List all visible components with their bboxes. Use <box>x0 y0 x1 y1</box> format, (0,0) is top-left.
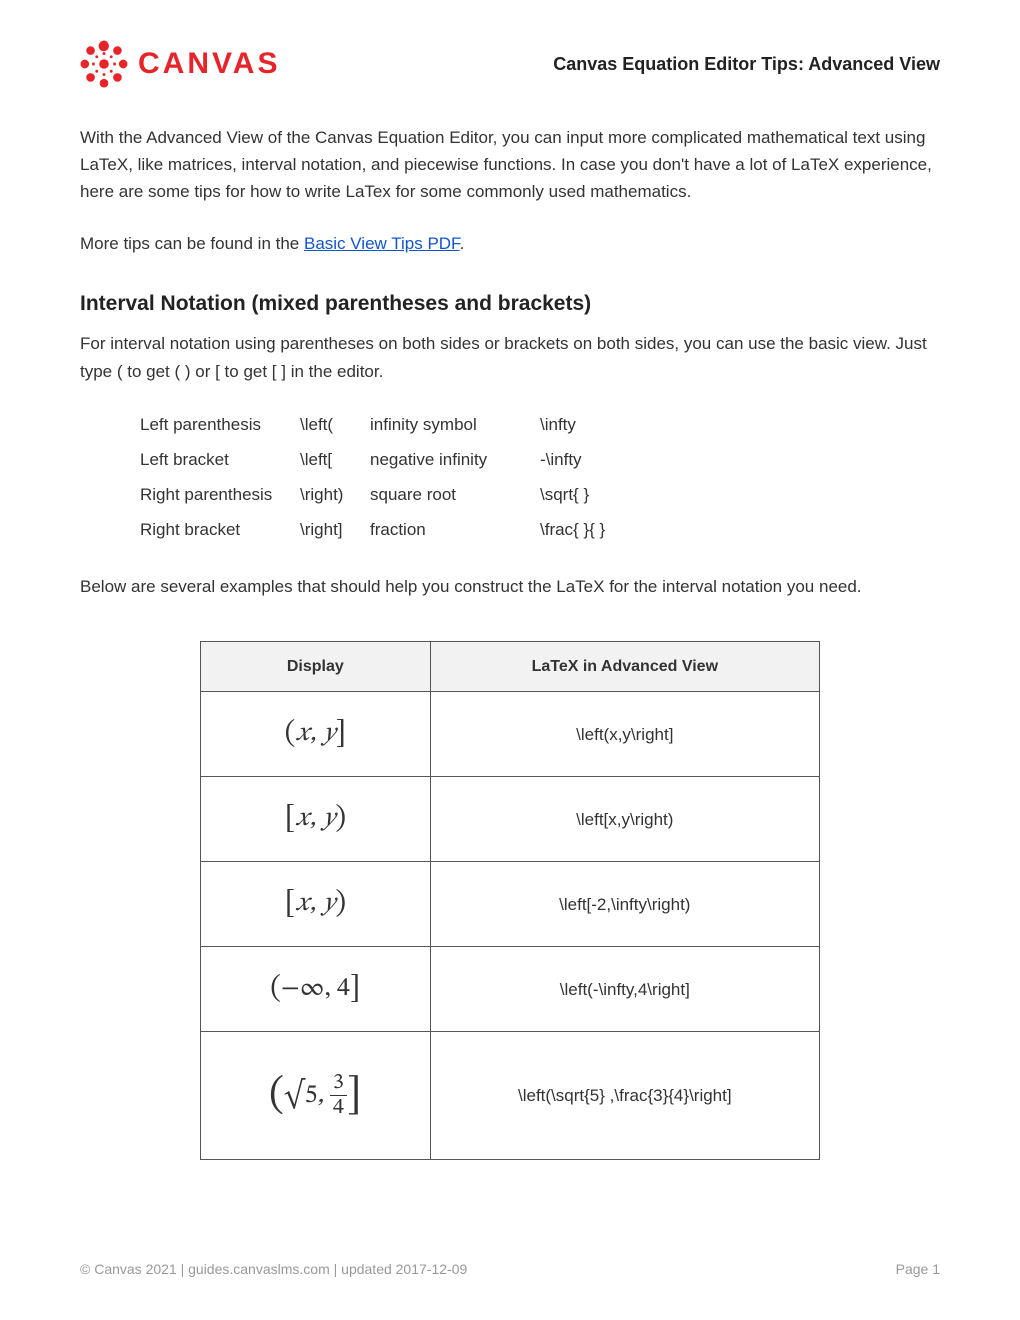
example-display: [𝑥, 𝑦) <box>201 777 431 862</box>
example-display: (−∞, 4] <box>201 947 431 1032</box>
symbols-row: Left bracket\left[negative infinity-\inf… <box>140 442 640 477</box>
example-row: (−∞, 4]\left(-\infty,4\right] <box>201 947 820 1032</box>
more-tips-paragraph: More tips can be found in the Basic View… <box>80 230 940 257</box>
symbols-cell: \sqrt{ } <box>540 477 640 512</box>
example-row: (𝑥, 𝑦]\left(x,y\right] <box>201 692 820 777</box>
symbols-cell: \right] <box>300 512 370 547</box>
symbols-cell: -\infty <box>540 442 640 477</box>
more-tips-suffix: . <box>460 234 465 253</box>
col-header-display: Display <box>201 641 431 692</box>
symbols-row: Left parenthesis\left(infinity symbol\in… <box>140 407 640 442</box>
example-display: (√5, 34] <box>201 1032 431 1160</box>
symbols-table: Left parenthesis\left(infinity symbol\in… <box>140 407 640 548</box>
doc-title: Canvas Equation Editor Tips: Advanced Vi… <box>553 50 940 79</box>
footer-right: Page 1 <box>896 1258 940 1280</box>
symbols-cell: Left parenthesis <box>140 407 300 442</box>
col-header-latex: LaTeX in Advanced View <box>430 641 819 692</box>
intro-paragraph: With the Advanced View of the Canvas Equ… <box>80 124 940 206</box>
example-display: (𝑥, 𝑦] <box>201 692 431 777</box>
symbols-cell: Right parenthesis <box>140 477 300 512</box>
symbols-cell: \right) <box>300 477 370 512</box>
more-tips-prefix: More tips can be found in the <box>80 234 304 253</box>
symbols-cell: \left( <box>300 407 370 442</box>
example-latex: \left[-2,\infty\right) <box>430 862 819 947</box>
brand-logo: CANVAS <box>80 40 280 88</box>
example-latex: \left(\sqrt{5} ,\frac{3}{4}\right] <box>430 1032 819 1160</box>
footer-left: © Canvas 2021 | guides.canvaslms.com | u… <box>80 1258 467 1280</box>
brand-text: CANVAS <box>138 40 280 88</box>
symbols-cell: negative infinity <box>370 442 540 477</box>
below-desc: Below are several examples that should h… <box>80 573 940 600</box>
footer: © Canvas 2021 | guides.canvaslms.com | u… <box>80 1258 940 1280</box>
symbols-cell: infinity symbol <box>370 407 540 442</box>
symbols-cell: fraction <box>370 512 540 547</box>
example-row: [𝑥, 𝑦)\left[-2,\infty\right) <box>201 862 820 947</box>
header: CANVAS Canvas Equation Editor Tips: Adva… <box>80 40 940 88</box>
symbols-cell: \infty <box>540 407 640 442</box>
symbols-cell: \frac{ }{ } <box>540 512 640 547</box>
example-latex: \left[x,y\right) <box>430 777 819 862</box>
symbols-cell: square root <box>370 477 540 512</box>
symbols-cell: Right bracket <box>140 512 300 547</box>
canvas-logo-icon <box>80 40 128 88</box>
example-row: (√5, 34]\left(\sqrt{5} ,\frac{3}{4}\righ… <box>201 1032 820 1160</box>
symbols-cell: Left bracket <box>140 442 300 477</box>
example-display: [𝑥, 𝑦) <box>201 862 431 947</box>
example-row: [𝑥, 𝑦)\left[x,y\right) <box>201 777 820 862</box>
section-title: Interval Notation (mixed parentheses and… <box>80 287 940 321</box>
examples-table: Display LaTeX in Advanced View (𝑥, 𝑦]\le… <box>200 641 820 1161</box>
symbols-row: Right parenthesis\right)square root\sqrt… <box>140 477 640 512</box>
example-latex: \left(x,y\right] <box>430 692 819 777</box>
symbols-row: Right bracket\right]fraction\frac{ }{ } <box>140 512 640 547</box>
section-desc: For interval notation using parentheses … <box>80 330 940 384</box>
basic-view-tips-link[interactable]: Basic View Tips PDF <box>304 234 460 253</box>
example-latex: \left(-\infty,4\right] <box>430 947 819 1032</box>
symbols-cell: \left[ <box>300 442 370 477</box>
